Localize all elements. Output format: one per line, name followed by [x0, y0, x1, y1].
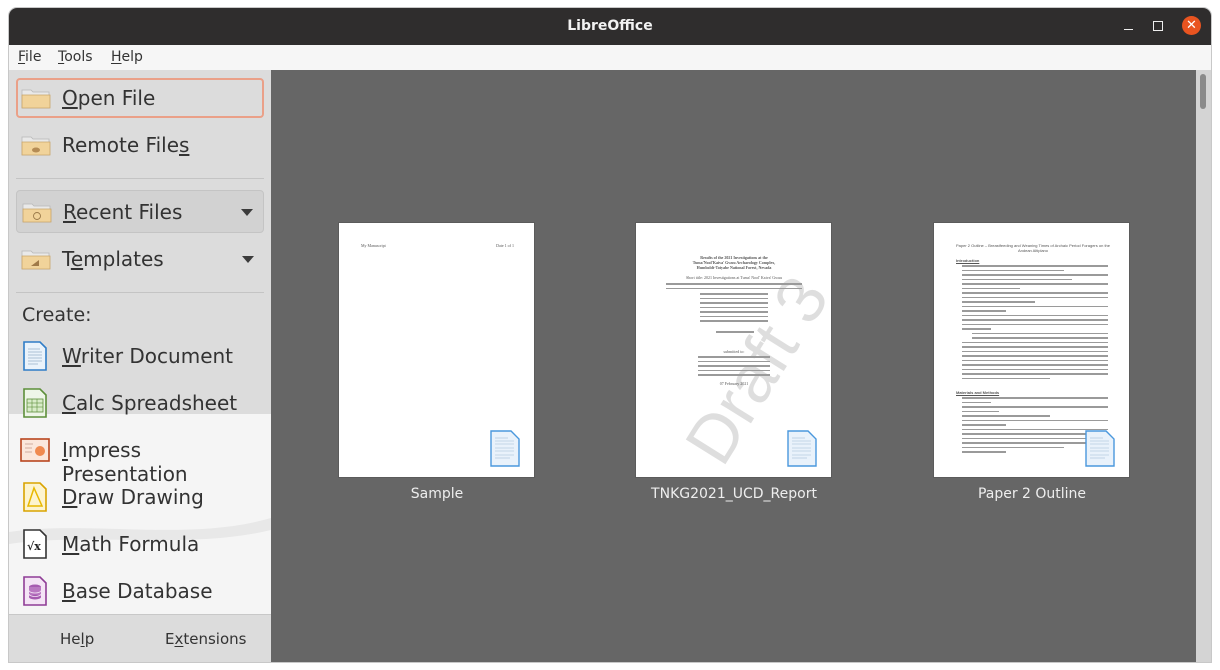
preview-date: 07 February 2021 [719, 381, 749, 386]
preview-report-number [716, 331, 754, 336]
preview-title: Paper 2 Outline – Breastfeeding and Wean… [955, 243, 1110, 253]
preview-section-methods: Materials and Methods [956, 390, 1000, 395]
libreoffice-start-center-window: LibreOffice ✕ File Tools Help Open File [9, 8, 1211, 662]
create-label: Create: [22, 304, 92, 326]
calc-spreadsheet-label: Calc Spreadsheet [62, 391, 238, 415]
history-folder-icon [22, 203, 52, 223]
preview-header-left: My Manuscript [361, 243, 386, 248]
open-file-button[interactable]: Open File [16, 78, 264, 118]
preview-header-right: Date 1 of 1 [496, 243, 514, 248]
create-writer-document[interactable]: Writer Document [16, 336, 264, 376]
recent-files-button[interactable]: Recent Files [16, 190, 264, 233]
writer-icon [23, 341, 47, 371]
chevron-down-icon[interactable] [242, 256, 254, 263]
separator [16, 292, 264, 293]
document-name: TNKG2021_UCD_Report [651, 486, 817, 502]
preview-submitted-to: submitted to: [723, 349, 745, 354]
create-calc-spreadsheet[interactable]: Calc Spreadsheet [16, 383, 264, 423]
calc-icon [23, 388, 47, 418]
window-title: LibreOffice [567, 18, 653, 34]
document-name: Paper 2 Outline [977, 486, 1087, 502]
menu-file[interactable]: File [18, 49, 41, 65]
template-folder-icon [21, 250, 51, 270]
svg-text:√x: √x [27, 540, 41, 553]
writer-document-label: Writer Document [62, 344, 234, 368]
extensions-button[interactable]: Extensions [165, 630, 246, 648]
cloud-folder-icon [21, 136, 51, 156]
preview-introduction-bullets [962, 265, 1108, 382]
sidebar-footer: Help Extensions [9, 614, 271, 662]
templates-label: Templates [62, 247, 164, 271]
recent-files-label: Recent Files [63, 200, 183, 224]
base-icon [23, 576, 47, 606]
preview-affiliations [700, 293, 768, 325]
document-name: Sample [410, 486, 464, 502]
close-button[interactable]: ✕ [1182, 16, 1201, 35]
remote-files-button[interactable]: Remote Files [16, 125, 264, 165]
draw-icon [23, 482, 47, 512]
menu-bar: File Tools Help [9, 45, 1211, 70]
draw-drawing-label: Draw Drawing [62, 485, 204, 509]
writer-document-icon [787, 430, 817, 467]
base-database-label: Base Database [62, 579, 213, 603]
preview-short-title: Short title: 2021 Investigations at Tuma… [686, 275, 782, 280]
impress-icon [20, 438, 50, 462]
close-icon: ✕ [1186, 18, 1197, 33]
create-base-database[interactable]: Base Database [16, 571, 264, 611]
scrollbar-thumb[interactable] [1200, 74, 1206, 109]
help-button[interactable]: Help [60, 630, 94, 648]
document-preview: My Manuscript Date 1 of 1 [338, 222, 535, 478]
math-icon: √x [23, 529, 47, 559]
recent-documents-area: My Manuscript Date 1 of 1 Sample Draft 3… [271, 70, 1196, 662]
create-impress-presentation[interactable]: Impress Presentation [16, 430, 264, 486]
folder-icon [21, 89, 51, 109]
minimize-button[interactable] [1119, 17, 1139, 37]
maximize-button[interactable] [1148, 17, 1168, 37]
writer-document-icon [1085, 430, 1115, 467]
create-math-formula[interactable]: √x Math Formula [16, 524, 264, 564]
templates-button[interactable]: Templates [16, 239, 264, 279]
separator [16, 178, 264, 179]
title-bar: LibreOffice ✕ [9, 8, 1211, 45]
create-draw-drawing[interactable]: Draw Drawing [16, 477, 264, 517]
open-file-label: Open File [62, 86, 156, 110]
document-preview: Draft 3 Results of the 2021 Investigatio… [635, 222, 832, 478]
chevron-down-icon[interactable] [241, 209, 253, 216]
menu-tools[interactable]: Tools [58, 49, 93, 65]
document-preview: Paper 2 Outline – Breastfeeding and Wean… [933, 222, 1130, 478]
math-formula-label: Math Formula [62, 532, 200, 556]
preview-title: Results of the 2021 Investigations at th… [692, 255, 776, 270]
preview-recipient [698, 356, 770, 379]
remote-files-label: Remote Files [62, 133, 190, 157]
preview-section-introduction: Introduction [956, 258, 980, 263]
writer-document-icon [490, 430, 520, 467]
preview-authors [666, 283, 802, 292]
menu-help[interactable]: Help [111, 49, 143, 65]
vertical-scrollbar[interactable] [1196, 70, 1211, 662]
sidebar: Open File Remote Files Recent Files Temp… [9, 70, 271, 662]
